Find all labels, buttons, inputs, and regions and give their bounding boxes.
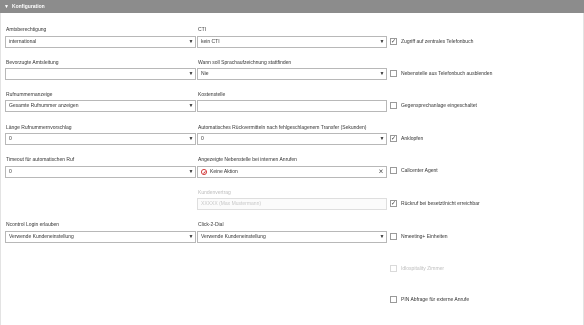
rueckvermitteln-select[interactable]: 0 ▼ [197, 133, 387, 145]
sprachaufzeichnung-label: Wann soll Sprachaufzeichnung stattfinden [198, 60, 292, 66]
angezeigte-nebenstelle-value: Keine Aktion [210, 169, 238, 175]
chevron-down-icon: ▼ [188, 71, 194, 77]
rufnummernanzeige-select[interactable]: Gesamte Rufnummer anzeigen ▼ [5, 100, 196, 112]
checkbox-icon[interactable] [390, 233, 397, 240]
checkbox-label: Anklopfen [401, 135, 424, 142]
kundenvertrag-value: XXXXX (Max Mustermann) [201, 201, 262, 207]
click2dial-value: Verwende Kundeneinstellung [201, 234, 266, 240]
angezeigte-nebenstelle-select[interactable]: Keine Aktion × [197, 166, 387, 178]
rufnummernanzeige-value: Gesamte Rufnummer anzeigen [9, 103, 79, 109]
ncontrol-login-value: Verwende Kundeneinstellung [9, 234, 74, 240]
checkbox-label: PIN Abfrage für externe Anrufe [401, 296, 470, 303]
check-gegensprechanlage[interactable]: Gegensprechanlage eingeschaltet [390, 102, 477, 109]
timeout-select[interactable]: 0 ▼ [5, 166, 196, 178]
check-pin-abfrage[interactable]: PIN Abfrage für externe Anrufe [390, 296, 469, 303]
kundenvertrag-input: XXXXX (Max Mustermann) [197, 198, 387, 210]
collapse-caret-icon: ▼ [4, 3, 9, 10]
checkbox-checked-icon[interactable]: ✓ [390, 200, 397, 207]
chevron-down-icon: ▼ [188, 169, 194, 175]
chevron-down-icon: ▼ [188, 103, 194, 109]
config-section-header[interactable]: ▼ Konfiguration [0, 0, 584, 13]
timeout-value: 0 [9, 169, 12, 175]
kundenvertrag-label: Kundenvertrag [198, 190, 231, 196]
check-nmeeting-einheiten[interactable]: Nmeeting+ Einheiten [390, 233, 448, 240]
checkbox-checked-icon[interactable]: ✓ [390, 38, 397, 45]
clear-icon[interactable]: × [376, 167, 386, 177]
check-rueckruf[interactable]: ✓ Rückruf bei besetzt/nicht erreichbar [390, 200, 480, 207]
kostenstelle-label: Kostenstelle [198, 92, 226, 98]
checkbox-icon[interactable] [390, 70, 397, 77]
check-anklopfen[interactable]: ✓ Anklopfen [390, 135, 423, 142]
chevron-down-icon: ▼ [379, 136, 385, 142]
amtsberechtigung-label: Amtsberechtigung [6, 27, 47, 33]
laenge-rufnummernvorschlag-value: 0 [9, 136, 12, 142]
amtsberechtigung-value: international [9, 39, 37, 45]
cti-select[interactable]: kein CTI ▼ [197, 36, 387, 48]
check-zentrales-telefonbuch[interactable]: ✓ Zugriff auf zentrales Telefonbuch [390, 38, 473, 45]
checkbox-icon[interactable] [390, 102, 397, 109]
kostenstelle-input[interactable] [197, 100, 387, 112]
angezeigte-nebenstelle-label: Angezeigte Nebenstelle bei internen Anru… [198, 157, 297, 163]
rufnummernanzeige-label: Rufnummernanzeige [6, 92, 53, 98]
no-action-icon [201, 169, 207, 175]
click2dial-select[interactable]: Verwende Kundeneinstellung ▼ [197, 231, 387, 243]
amtsberechtigung-select[interactable]: international ▼ [5, 36, 196, 48]
timeout-label: Timeout für automatischen Ruf [6, 157, 75, 163]
chevron-down-icon: ▼ [379, 71, 385, 77]
rueckvermitteln-label: Automatisches Rückvermitteln nach fehlge… [198, 125, 367, 131]
chevron-down-icon: ▼ [188, 39, 194, 45]
chevron-down-icon: ▼ [379, 39, 385, 45]
checkbox-label: Callcenter Agent [401, 167, 438, 174]
checkbox-label: Nmeeting+ Einheiten [401, 233, 448, 240]
click2dial-label: Click-2-Dial [198, 222, 224, 228]
sprachaufzeichnung-select[interactable]: Nie ▼ [197, 68, 387, 80]
check-callcenter-agent[interactable]: Callcenter Agent [390, 167, 438, 174]
laenge-rufnummernvorschlag-select[interactable]: 0 ▼ [5, 133, 196, 145]
checkbox-icon[interactable] [390, 296, 397, 303]
chevron-down-icon: ▼ [188, 234, 194, 240]
check-nebenstelle-ausblenden[interactable]: Nebenstelle aus Telefonbuch ausblenden [390, 70, 492, 77]
checkbox-label: Rückruf bei besetzt/nicht erreichbar [401, 200, 480, 207]
checkbox-label: Nebenstelle aus Telefonbuch ausblenden [401, 70, 493, 77]
checkbox-checked-icon[interactable]: ✓ [390, 135, 397, 142]
bevorzugte-amtsleitung-label: Bevorzugte Amtsleitung [6, 60, 59, 66]
ncontrol-login-select[interactable]: Verwende Kundeneinstellung ▼ [5, 231, 196, 243]
checkbox-label: Idlospitality Zimmer [401, 265, 445, 272]
bevorzugte-amtsleitung-select[interactable]: ▼ [5, 68, 196, 80]
checkbox-icon[interactable] [390, 167, 397, 174]
ncontrol-login-label: Ncontrol Login erlauben [6, 222, 60, 228]
checkbox-label: Gegensprechanlage eingeschaltet [401, 102, 477, 109]
chevron-down-icon: ▼ [379, 234, 385, 240]
chevron-down-icon: ▼ [188, 136, 194, 142]
rueckvermitteln-value: 0 [201, 136, 204, 142]
cti-value: kein CTI [201, 39, 220, 45]
section-title: Konfiguration [11, 3, 45, 10]
laenge-rufnummernvorschlag-label: Länge Rufnummernvorschlag [6, 125, 72, 131]
cti-label: CTI [198, 27, 207, 33]
checkbox-disabled-icon [390, 265, 397, 272]
sprachaufzeichnung-value: Nie [201, 71, 209, 77]
check-idlospitality-zimmer: Idlospitality Zimmer [390, 265, 444, 272]
checkbox-label: Zugriff auf zentrales Telefonbuch [401, 38, 474, 45]
